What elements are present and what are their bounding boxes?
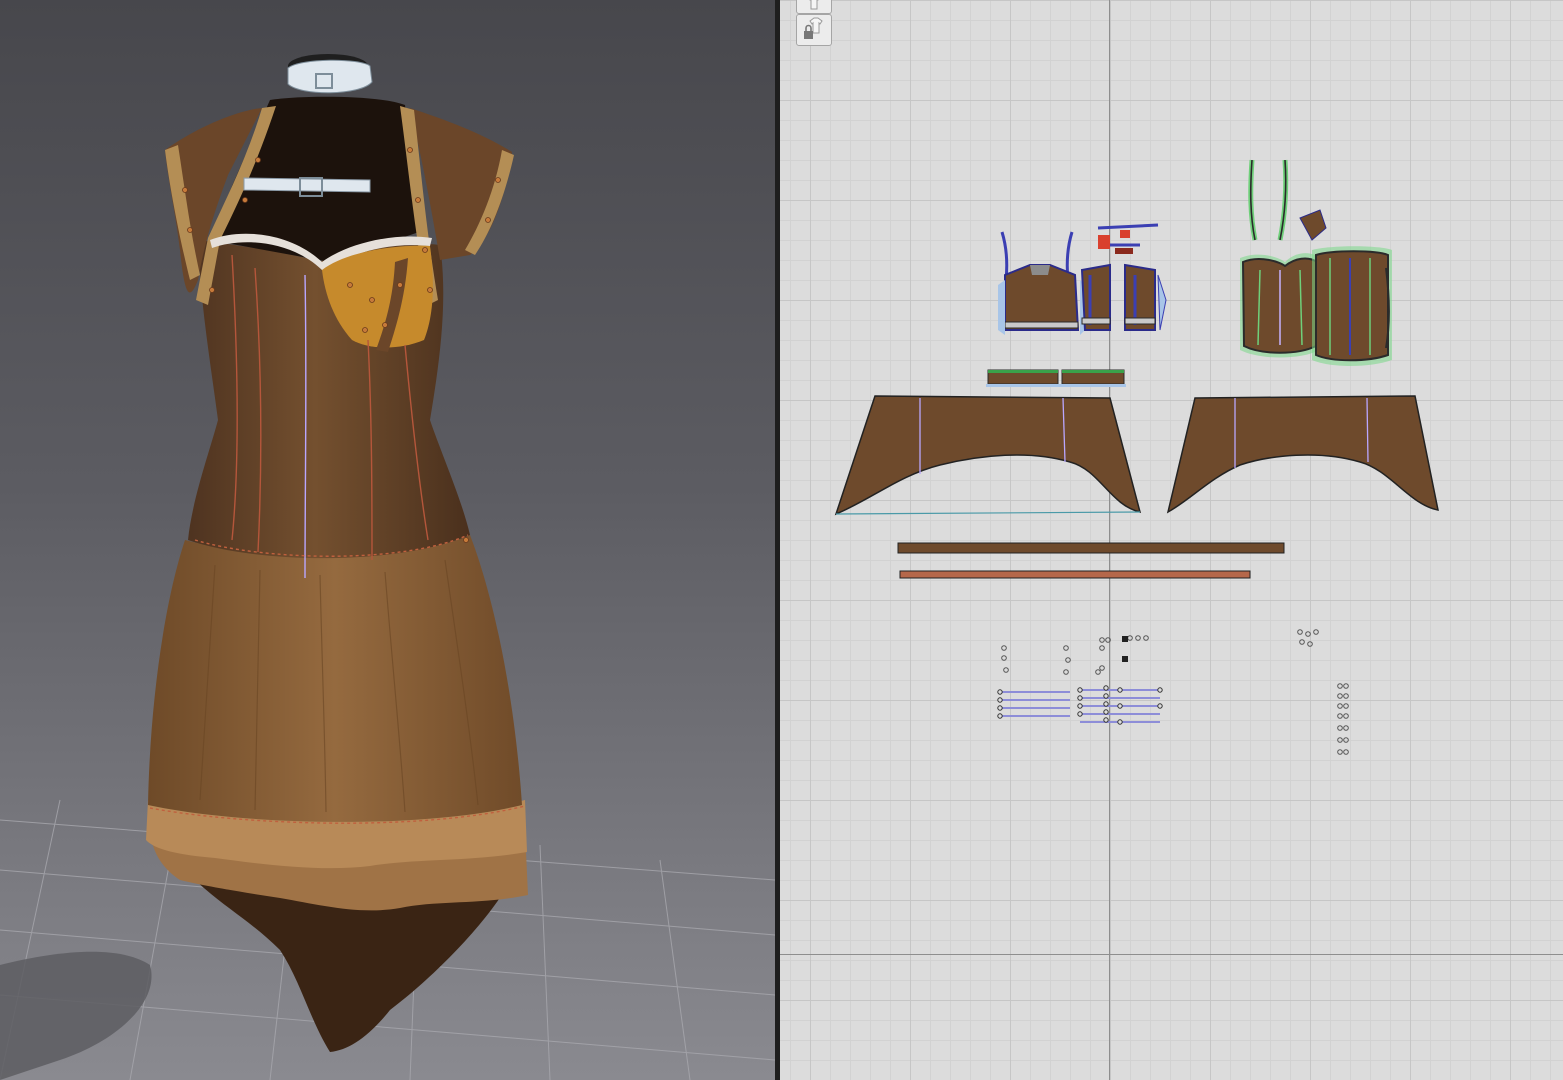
ruffle-strip-pattern[interactable] bbox=[899, 570, 1251, 579]
waistband-pattern[interactable] bbox=[897, 542, 1285, 554]
skirt-front-pattern[interactable] bbox=[834, 395, 1142, 516]
skirt-front-hem-line bbox=[835, 511, 1141, 515]
floor-shadow bbox=[0, 951, 152, 1080]
pin-cluster-right[interactable] bbox=[1297, 629, 1349, 755]
skirt-back-pattern[interactable] bbox=[1166, 395, 1439, 514]
bolero-pattern-group[interactable] bbox=[986, 223, 1167, 387]
pattern-canvas[interactable] bbox=[780, 0, 1563, 1080]
2d-pattern-viewport[interactable] bbox=[780, 0, 1563, 1080]
3d-scene[interactable] bbox=[0, 0, 775, 1080]
skirt bbox=[148, 535, 522, 822]
corset-pattern-group[interactable] bbox=[1240, 159, 1392, 366]
neck-collar bbox=[287, 54, 373, 94]
3d-viewport[interactable] bbox=[0, 0, 775, 1080]
